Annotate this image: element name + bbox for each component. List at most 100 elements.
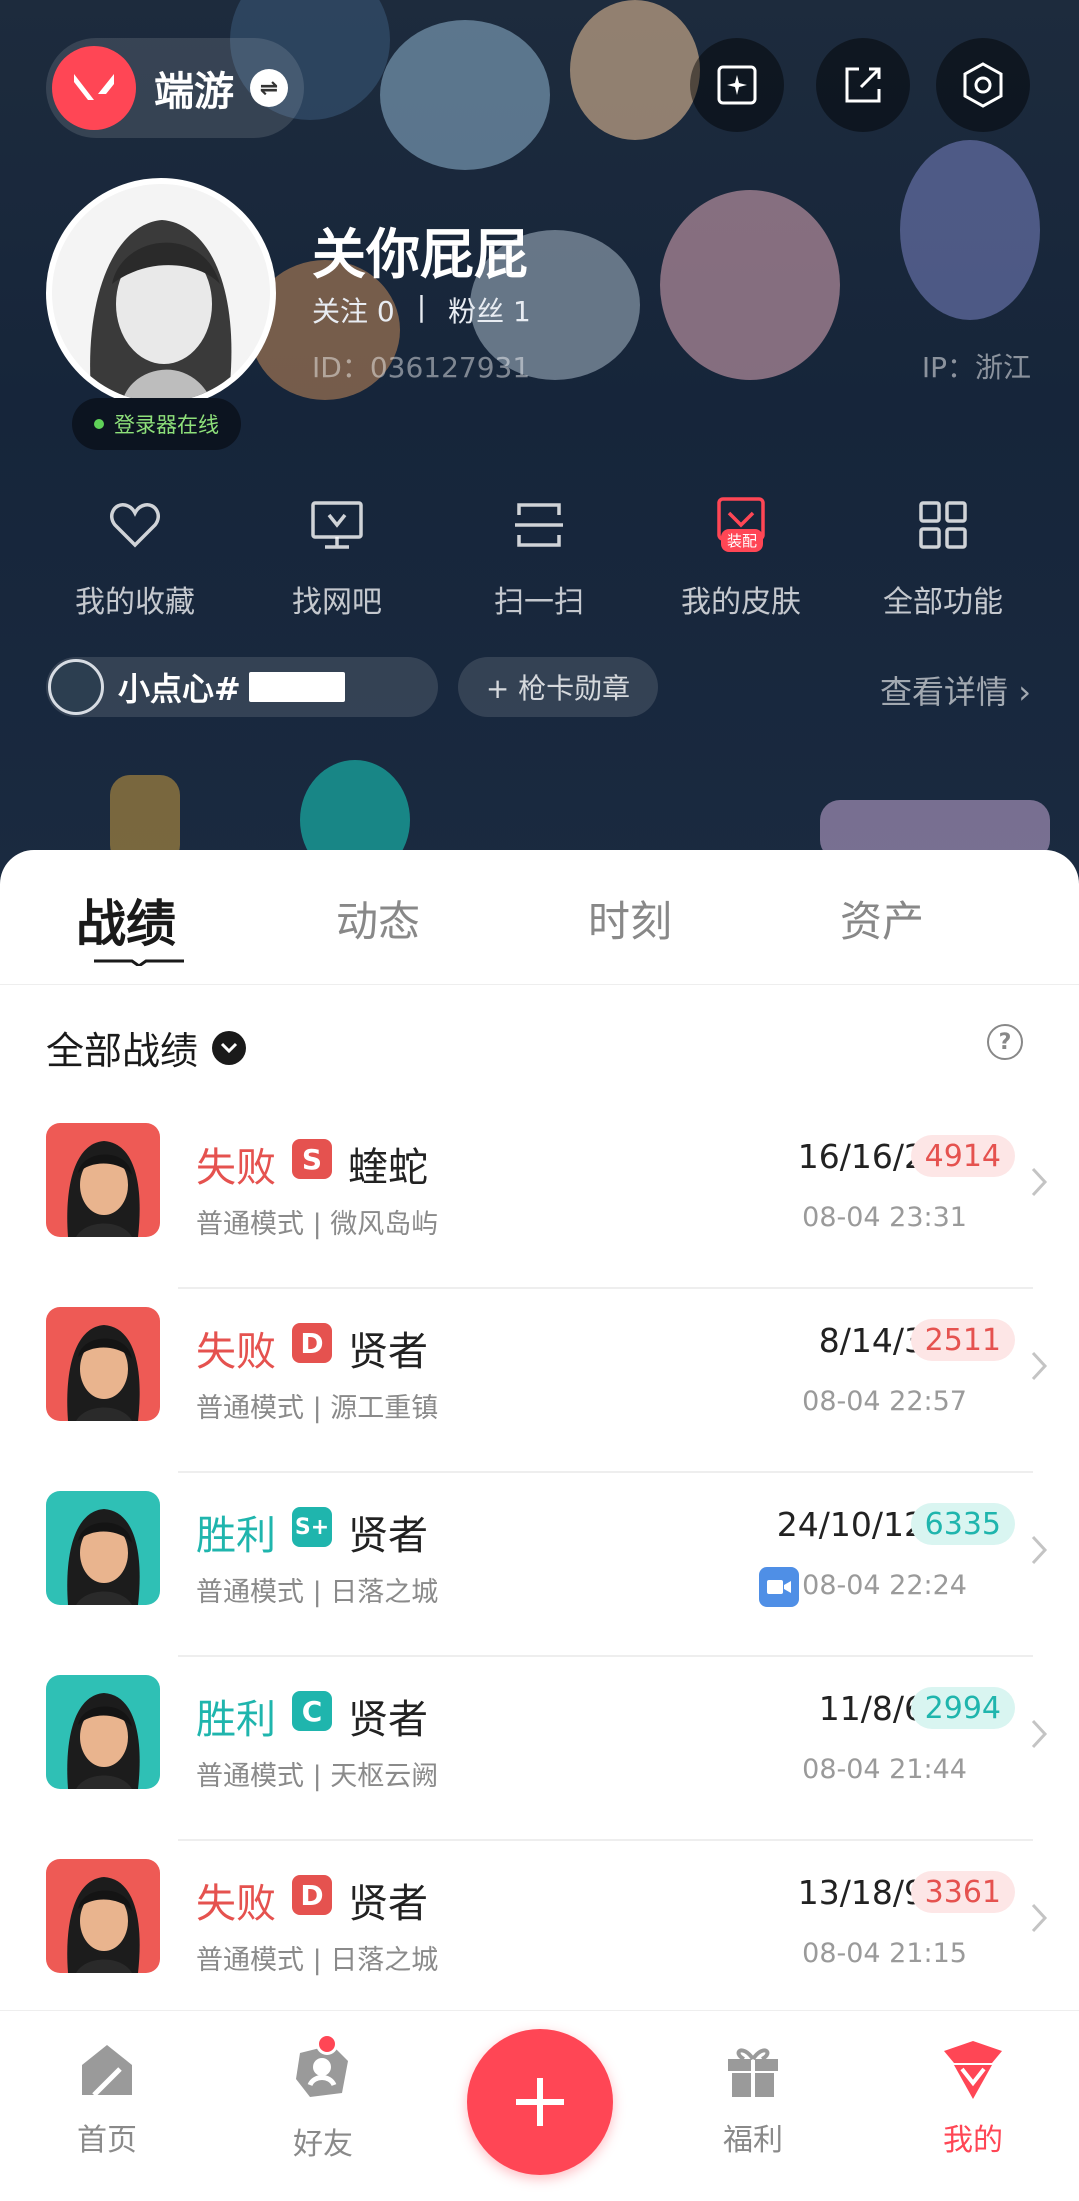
- nav-home[interactable]: 首页: [52, 2039, 162, 2159]
- match-score: 2994: [910, 1687, 1015, 1729]
- match-result: 胜利: [196, 1513, 276, 1559]
- profile-icon: [944, 2041, 1002, 2099]
- sparkle-card-button[interactable]: [690, 38, 784, 132]
- quick-label: 我的皮肤: [681, 585, 801, 620]
- quick-favorites[interactable]: 我的收藏: [34, 495, 236, 621]
- match-list: 失败 S 蝰蛇 普通模式 | 微风岛屿 16/16/2 4914 08-04 2…: [0, 1105, 1079, 2025]
- nav-label: 我的: [943, 2123, 1003, 2158]
- match-score: 3361: [910, 1871, 1015, 1913]
- match-mode: 普通模式 | 天枢云阙: [196, 1761, 439, 1792]
- tab-record[interactable]: 战绩: [0, 850, 252, 984]
- agent-name: 贤者: [348, 1329, 428, 1375]
- sticker-decoration: [380, 20, 550, 170]
- equip-tag: 装配: [721, 529, 764, 552]
- quick-label: 全部功能: [883, 585, 1003, 620]
- valorant-logo-icon: [52, 46, 136, 130]
- match-row[interactable]: 失败 D 贤者 普通模式 | 源工重镇 8/14/3 2511 08-04 22…: [0, 1289, 1079, 1473]
- card-name: 小点心#: [118, 670, 241, 708]
- sticker-decoration: [570, 0, 700, 140]
- fans-count[interactable]: 粉丝 1: [448, 290, 531, 330]
- match-time: 08-04 22:57: [802, 1386, 967, 1417]
- brand-name: 端游: [154, 69, 234, 115]
- match-kda: 8/14/3: [818, 1321, 925, 1360]
- redacted-tag: [248, 672, 345, 702]
- match-time: 08-04 21:44: [802, 1754, 967, 1785]
- match-mode: 普通模式 | 日落之城: [196, 1577, 439, 1608]
- quick-netcafe[interactable]: 找网吧: [236, 495, 438, 621]
- filter-label: 全部战绩: [46, 1029, 199, 1073]
- grade-badge: D: [292, 1875, 332, 1915]
- match-row[interactable]: 胜利 C 贤者 普通模式 | 天枢云阙 11/8/6 2994 08-04 21…: [0, 1657, 1079, 1841]
- skin-icon: 装配: [711, 495, 771, 555]
- grade-badge: D: [292, 1323, 332, 1363]
- agent-portrait: [46, 1859, 160, 1973]
- help-icon[interactable]: ?: [987, 1024, 1023, 1060]
- settings-button[interactable]: [936, 38, 1030, 132]
- agent-portrait: [46, 1307, 160, 1421]
- nav-profile[interactable]: 我的: [918, 2039, 1028, 2159]
- match-score: 4914: [910, 1135, 1015, 1177]
- brand-switcher[interactable]: 端游 ⇌: [46, 38, 304, 138]
- follow-count[interactable]: 关注 0: [312, 290, 395, 330]
- nav-label: 首页: [77, 2123, 137, 2158]
- nav-label: 好友: [293, 2127, 353, 2162]
- chevron-right-icon: [1031, 1167, 1048, 1197]
- agent-name: 蝰蛇: [348, 1145, 428, 1191]
- nav-welfare[interactable]: 福利: [698, 2039, 808, 2159]
- ip-location: IP：浙江: [921, 351, 1031, 384]
- see-detail-link[interactable]: 查看详情 ›: [880, 667, 1031, 713]
- quick-label: 我的收藏: [75, 585, 195, 620]
- quick-scan[interactable]: 扫一扫: [438, 495, 640, 621]
- tab-label: 动态: [335, 897, 420, 946]
- match-result: 胜利: [196, 1697, 276, 1743]
- match-result: 失败: [196, 1881, 276, 1927]
- agent-name: 贤者: [348, 1697, 428, 1743]
- quick-all-features[interactable]: 全部功能: [842, 495, 1044, 621]
- nav-friends[interactable]: 好友: [268, 2033, 378, 2163]
- chevron-right-icon: [1031, 1903, 1048, 1933]
- match-result: 失败: [196, 1329, 276, 1375]
- match-row[interactable]: 胜利 S+ 贤者 普通模式 | 日落之城 24/10/12 6335 08-04…: [0, 1473, 1079, 1657]
- sticker-decoration: [900, 140, 1040, 320]
- user-id: ID：036127931: [312, 351, 531, 384]
- grid-icon: [919, 501, 967, 549]
- create-post-button[interactable]: [467, 2029, 613, 2175]
- match-mode: 普通模式 | 日落之城: [196, 1945, 439, 1976]
- match-time: 08-04 22:24: [802, 1570, 967, 1601]
- quick-skins[interactable]: 装配 我的皮肤: [640, 495, 842, 621]
- profile-header: 端游 ⇌ 登录器在线 关你屁屁 关注 0 | 粉丝 1 ID：036127931…: [0, 0, 1079, 900]
- chevron-down-icon: [212, 1030, 247, 1065]
- quick-actions: 我的收藏 找网吧 扫一扫 装配 我的皮肤 全部功能: [0, 495, 1079, 621]
- user-avatar[interactable]: [46, 178, 276, 408]
- video-icon[interactable]: [759, 1567, 799, 1607]
- hexagon-settings-icon: [963, 62, 1003, 108]
- agent-name: 贤者: [348, 1513, 428, 1559]
- grade-badge: S: [292, 1139, 332, 1179]
- grade-badge: S+: [292, 1507, 332, 1547]
- plus-icon: [516, 2078, 564, 2126]
- match-kda: 24/10/12: [776, 1505, 925, 1544]
- match-kda: 13/18/9: [797, 1873, 925, 1912]
- match-kda: 16/16/2: [797, 1137, 925, 1176]
- match-row[interactable]: 失败 D 贤者 普通模式 | 日落之城 13/18/9 3361 08-04 2…: [0, 1841, 1079, 2025]
- player-card-chip[interactable]: 小点心#: [46, 657, 438, 717]
- monitor-icon: [311, 501, 363, 549]
- match-time: 08-04 21:15: [802, 1938, 967, 1969]
- record-filter[interactable]: 全部战绩: [46, 1020, 247, 1075]
- match-row[interactable]: 失败 S 蝰蛇 普通模式 | 微风岛屿 16/16/2 4914 08-04 2…: [0, 1105, 1079, 1289]
- swap-icon: ⇌: [250, 69, 288, 107]
- share-button[interactable]: [816, 38, 910, 132]
- tab-assets[interactable]: 资产: [756, 850, 1008, 984]
- tab-feed[interactable]: 动态: [252, 850, 504, 984]
- agent-portrait: [46, 1675, 160, 1789]
- match-result: 失败: [196, 1145, 276, 1191]
- match-time: 08-04 23:31: [802, 1202, 967, 1233]
- stat-separator: |: [416, 290, 427, 323]
- tab-label: 时刻: [587, 897, 672, 946]
- tab-moments[interactable]: 时刻: [504, 850, 756, 984]
- card-avatar: [48, 659, 104, 715]
- follow-stats: 关注 0 | 粉丝 1: [312, 290, 531, 330]
- active-tab-indicator-icon: [94, 959, 184, 966]
- chevron-right-icon: [1031, 1719, 1048, 1749]
- gun-card-badge-button[interactable]: + 枪卡勋章: [458, 657, 658, 717]
